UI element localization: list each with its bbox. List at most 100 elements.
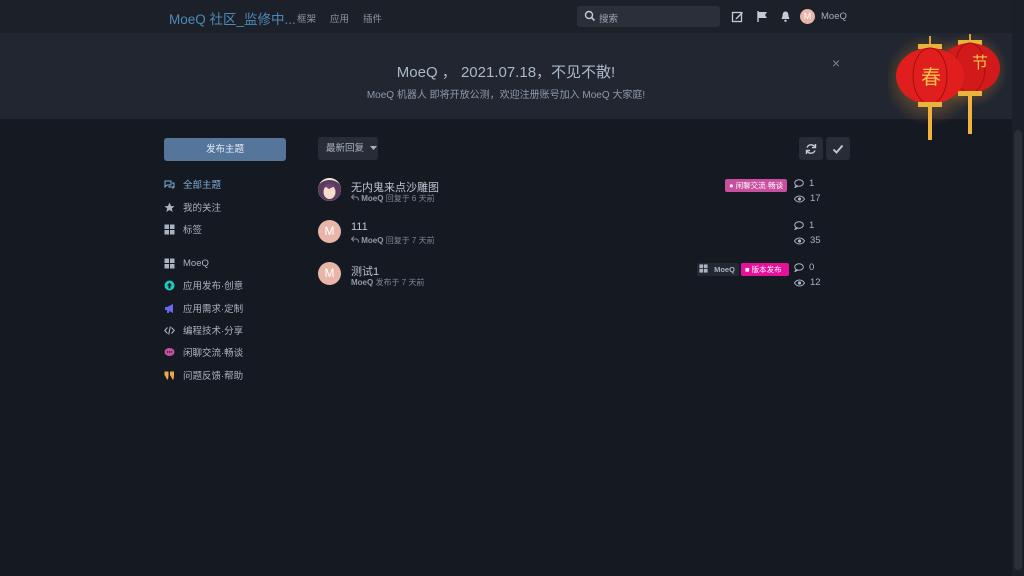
discussion-meta: MoeQ 发布于 7 天前: [351, 277, 424, 288]
lock-icon: ■: [745, 265, 750, 274]
discussion-user[interactable]: MoeQ: [361, 236, 383, 245]
reply-icon: [350, 236, 359, 243]
discussion-item[interactable]: 无内鬼来点沙雕图 MoeQ 回复于 6 天前 ● 闲聊交流·畅谈 1 17: [318, 178, 850, 212]
anime-avatar-image: [318, 178, 341, 201]
search-input[interactable]: 搜索: [577, 6, 720, 27]
comment-icon: [794, 263, 804, 272]
nav-link-framework[interactable]: 框架: [297, 11, 316, 25]
user-avatar[interactable]: M: [800, 9, 815, 24]
sidebar-item-label: 闲聊交流·畅谈: [183, 348, 244, 359]
search-icon: [584, 10, 596, 22]
reply-count: 1: [794, 220, 814, 231]
discussion-user[interactable]: MoeQ: [351, 278, 373, 287]
tag-badge[interactable]: ■ 版本发布: [741, 263, 789, 276]
new-discussion-button[interactable]: 发布主题: [164, 138, 286, 161]
sidebar-item-label: 编程技术·分享: [183, 326, 244, 337]
sidebar-item-all[interactable]: 全部主题: [164, 177, 221, 191]
sidebar-item-moeq[interactable]: MoeQ: [164, 256, 209, 270]
hero-subtitle: MoeQ 机器人 即将开放公测，欢迎注册账号加入 MoeQ 大家庭!: [366, 90, 646, 101]
hero-title: MoeQ ， 2021.07.18，不见不散!: [396, 64, 616, 81]
sidebar-item-programming[interactable]: 编程技术·分享: [164, 323, 243, 337]
quote-icon: [164, 371, 174, 379]
reply-count-value: 1: [809, 220, 815, 231]
tag-label: MoeQ: [714, 265, 735, 274]
nav-link-plugins[interactable]: 插件: [363, 11, 382, 25]
lantern-left-text: 春: [921, 65, 941, 89]
flag-icon[interactable]: [756, 10, 769, 23]
compose-icon[interactable]: [731, 10, 744, 23]
lantern-right-text: 节: [972, 53, 988, 72]
view-count-value: 12: [810, 277, 821, 288]
sidebar-item-label: 问题反馈·帮助: [183, 371, 244, 382]
eye-icon: [794, 195, 805, 202]
discussion-time: 发布于 7 天前: [375, 278, 425, 287]
sidebar-item-app-request[interactable]: 应用需求·定制: [164, 301, 243, 315]
sort-dropdown[interactable]: 最新回复: [318, 137, 378, 160]
star-icon: [164, 202, 175, 212]
discussion-meta: MoeQ 回复于 6 天前: [350, 193, 435, 204]
sidebar-item-label: 标签: [183, 225, 203, 236]
discussion-time: 回复于 6 天前: [385, 194, 435, 203]
sidebar-item-label: 应用发布·创意: [183, 281, 244, 292]
sidebar-item-tags[interactable]: 标签: [164, 222, 202, 236]
discussion-avatar[interactable]: M: [318, 262, 341, 285]
sidebar-item-chat[interactable]: 闲聊交流·畅谈: [164, 345, 243, 359]
view-count-value: 17: [810, 193, 821, 204]
tag-label: 版本发布: [751, 265, 782, 274]
site-brand[interactable]: MoeQ 社区_监修中...: [169, 8, 296, 28]
mark-all-read-button[interactable]: [826, 137, 850, 160]
eye-icon: [794, 279, 805, 286]
eye-icon: [794, 237, 805, 244]
code-icon: [164, 325, 175, 335]
view-count: 35: [794, 235, 821, 246]
discussion-item[interactable]: M 测试1 MoeQ 发布于 7 天前 MoeQ ■ 版本发布 0 12: [318, 262, 850, 296]
top-header: MoeQ 社区_监修中... 框架 应用 插件 搜索 M MoeQ: [0, 0, 1012, 33]
megaphone-icon: [165, 303, 173, 313]
upload-circle-icon: [164, 280, 175, 290]
nav-link-apps[interactable]: 应用: [330, 11, 349, 25]
reply-count-value: 0: [809, 262, 815, 273]
discussion-item[interactable]: M 111 MoeQ 回复于 7 天前 1 35: [318, 220, 850, 254]
user-menu-name[interactable]: MoeQ: [821, 11, 847, 22]
reply-count: 0: [794, 262, 814, 273]
comment-icon: [794, 179, 804, 188]
chat-bubble-icon: ●: [729, 181, 734, 190]
discussion-avatar[interactable]: M: [318, 220, 341, 243]
bell-icon[interactable]: [779, 10, 792, 23]
sidebar-item-feedback[interactable]: 问题反馈·帮助: [164, 368, 243, 382]
sidebar-item-label: 全部主题: [183, 180, 222, 191]
view-count-value: 35: [810, 235, 821, 246]
sidebar-item-label: MoeQ: [183, 257, 209, 269]
sort-label: 最新回复: [326, 143, 365, 154]
tag-badge[interactable]: MoeQ: [697, 263, 739, 276]
refresh-button[interactable]: [799, 137, 823, 160]
search-placeholder: 搜索: [599, 14, 619, 25]
sidebar-item-following[interactable]: 我的关注: [164, 200, 221, 214]
discussion-time: 回复于 7 天前: [385, 236, 435, 245]
view-count: 17: [794, 193, 821, 204]
discussion-title[interactable]: 111: [351, 221, 368, 233]
caret-down-icon: [369, 145, 377, 150]
discussion-meta: MoeQ 回复于 7 天前: [350, 235, 435, 246]
discussion-user[interactable]: MoeQ: [361, 194, 383, 203]
scrollbar-thumb[interactable]: [1014, 130, 1022, 570]
sidebar-item-label: 我的关注: [183, 203, 222, 214]
sidebar-item-app-release[interactable]: 应用发布·创意: [164, 278, 243, 292]
view-count: 12: [794, 277, 821, 288]
tag-badge[interactable]: ● 闲聊交流·畅谈: [725, 179, 788, 192]
grid-icon: [164, 224, 175, 234]
grid-icon: [699, 264, 708, 273]
tag-label: 闲聊交流·畅谈: [735, 181, 784, 190]
comment-icon: [794, 221, 804, 230]
refresh-icon: [805, 144, 817, 154]
chat-bubble-icon: [164, 347, 175, 356]
comments-icon: [164, 180, 175, 189]
sidebar-item-label: 应用需求·定制: [183, 304, 244, 315]
grid-icon: [164, 258, 175, 268]
reply-count-value: 1: [809, 178, 815, 189]
reply-icon: [350, 194, 359, 201]
discussion-avatar-image[interactable]: [318, 178, 341, 201]
page-scrollbar[interactable]: [1012, 0, 1024, 576]
lantern-decoration: 春 节: [888, 34, 1008, 140]
hero-close-button[interactable]: ×: [832, 55, 840, 71]
